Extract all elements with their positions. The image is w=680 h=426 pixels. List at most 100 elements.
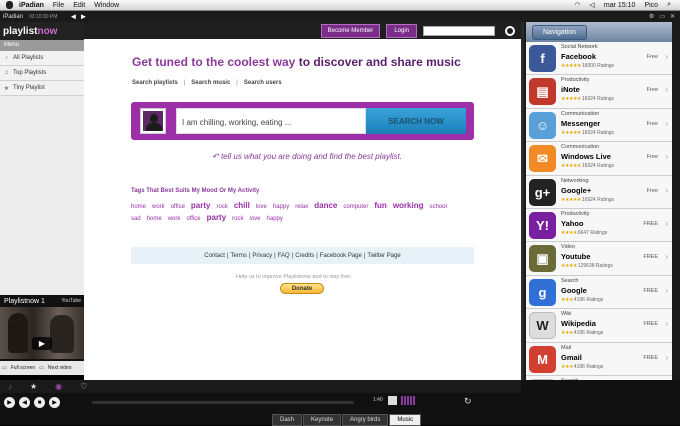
tag-link[interactable]: party <box>207 213 227 222</box>
tag-link[interactable]: sad <box>131 216 141 222</box>
become-member-button[interactable]: Become Member <box>320 23 381 38</box>
search-hint: ↶ tell us what you are doing and find th… <box>212 152 402 161</box>
play-icon[interactable]: ▶ <box>4 397 15 408</box>
app-rating: ★★★★★ 16924 Ratings <box>561 196 615 203</box>
tag-link[interactable]: home <box>131 204 146 210</box>
donate-button[interactable]: Donate <box>280 283 324 294</box>
tab-keynote[interactable]: Keynote <box>303 414 342 426</box>
tag-link[interactable]: love <box>256 204 267 210</box>
video-thumbnail[interactable]: ▶ <box>0 307 84 359</box>
wifi-icon[interactable]: ◠ <box>574 1 580 9</box>
menu-user[interactable]: Pico <box>644 2 658 9</box>
improve-text: Help us to improve Playlistnow and to st… <box>236 274 352 280</box>
square-button[interactable] <box>388 396 397 405</box>
star-icon: ★ <box>3 85 10 92</box>
footer-link[interactable]: Facebook Page <box>320 253 362 259</box>
tag-link[interactable]: fun <box>374 201 386 210</box>
app-list-item[interactable]: g Search Google ★★★ 4196 Ratings FREE › <box>526 275 672 310</box>
equalizer-icon[interactable] <box>401 396 415 405</box>
app-list-item[interactable]: f Social Network Facebook ★★★★★ 16000 Ratin… <box>526 42 672 76</box>
footer-link[interactable]: Credits <box>295 253 314 259</box>
app-rating: ★★★★★ 16000 Ratings <box>561 63 615 69</box>
menu-file[interactable]: File <box>53 2 64 9</box>
stop-icon[interactable]: ■ <box>34 397 45 408</box>
volume-icon[interactable]: ◁ <box>590 1 595 9</box>
apple-icon[interactable] <box>6 1 13 9</box>
sidebar-item-all-playlists[interactable]: ♪ All Playlists <box>0 51 84 66</box>
tab-dash[interactable]: Dash <box>272 414 303 426</box>
app-list-item[interactable]: ✉ Communication Windows Live ★★★★★ 16924 Ra… <box>526 142 672 176</box>
next-icon[interactable]: ▭ <box>39 365 44 371</box>
app-list-item[interactable]: g+ Networking Google+ ★★★★★ 16924 Ratings Fr… <box>526 175 672 209</box>
tag-link[interactable]: chill <box>234 201 250 210</box>
music-note-icon[interactable]: ♪ <box>8 382 12 391</box>
tag-link[interactable]: home <box>147 216 162 222</box>
next-icon[interactable]: ▶ <box>49 397 60 408</box>
tag-link[interactable]: happy <box>267 216 283 222</box>
tag-link[interactable]: party <box>191 201 211 210</box>
tag-link[interactable]: school <box>429 204 446 210</box>
fullscreen-button[interactable]: Full screen <box>11 365 35 371</box>
app-title: iPadian <box>3 13 24 20</box>
tag-link[interactable]: happy <box>273 204 289 210</box>
footer-link[interactable]: Privacy <box>252 253 272 259</box>
play-icon[interactable]: ▶ <box>32 337 52 350</box>
login-button[interactable]: Login <box>386 23 417 38</box>
app-category: Video <box>561 244 575 251</box>
tag-link[interactable]: computer <box>343 204 368 210</box>
tab-angry-birds[interactable]: Angry birds <box>342 414 389 426</box>
app-list-item[interactable]: Y! Productivity Yahoo ★★★★ 6647 Ratings FREE… <box>526 208 672 243</box>
link-search-music[interactable]: Search music <box>191 80 230 86</box>
spotlight-icon[interactable]: ⌕ <box>667 1 671 9</box>
app-list-item[interactable]: ▤ Productivity iNote ★★★★★ 16924 Ratings Fre… <box>526 75 672 109</box>
navigation-button[interactable]: Navigation <box>532 24 588 40</box>
app-list-item[interactable]: M Mail Gmail ★★★ 4196 Ratings FREE › <box>526 342 672 376</box>
tag-link[interactable]: love <box>250 216 261 222</box>
app-list-item[interactable]: ☺ Communication Messenger ★★★★★ 16924 Ratin… <box>526 108 672 143</box>
header-search-input[interactable] <box>423 25 495 36</box>
tab-music[interactable]: Music <box>389 414 422 426</box>
menu-edit[interactable]: Edit <box>73 2 85 9</box>
radio-icon[interactable]: ◉ <box>55 382 62 391</box>
tag-link[interactable]: work <box>152 204 165 210</box>
close-icon[interactable]: ✕ <box>670 13 675 20</box>
next-video-button[interactable]: Next video <box>48 365 72 371</box>
sidebar-item-top-playlists[interactable]: ♫ Top Playlists <box>0 66 84 81</box>
footer-link[interactable]: Terms <box>231 253 247 259</box>
tag-link[interactable]: rock <box>216 204 227 210</box>
settings-icon[interactable]: ⚙ <box>649 13 654 20</box>
tag-link[interactable]: work <box>168 216 181 222</box>
fullscreen-icon[interactable]: ▭ <box>2 365 7 371</box>
menu-app-name[interactable]: iPadian <box>19 2 44 9</box>
tag-link[interactable]: office <box>171 204 185 210</box>
footer-link[interactable]: Contact <box>204 253 225 259</box>
progress-track[interactable] <box>92 401 354 404</box>
app-list-item[interactable]: ▣ Video Youtube ★★★★ 129638 Ratings FREE › <box>526 242 672 276</box>
divider: | <box>316 252 318 259</box>
app-name: Messenger <box>561 118 601 128</box>
app-list-item[interactable]: W Wiki Wikipedia ★★★ 4196 Ratings FREE › <box>526 309 672 343</box>
tag-link[interactable]: working <box>393 201 424 210</box>
menu-window[interactable]: Window <box>94 2 119 9</box>
nav-arrows[interactable]: ◄ ► <box>69 12 87 21</box>
search-icon[interactable] <box>505 25 515 36</box>
reload-icon[interactable]: ↻ <box>464 396 472 407</box>
link-search-playlists[interactable]: Search playlists <box>132 80 178 86</box>
footer-link[interactable]: FAQ <box>278 253 290 259</box>
app-category: Productivity <box>561 210 590 217</box>
tag-link[interactable]: rock <box>232 216 243 222</box>
tag-link[interactable]: relax <box>295 204 308 210</box>
heart-icon[interactable]: ♡ <box>80 382 87 391</box>
status-input[interactable]: I am chilling, working, eating ... <box>176 108 366 134</box>
sidebar-item-label: Top Playlists <box>13 70 47 76</box>
tag-link[interactable]: dance <box>314 201 337 210</box>
menu-clock[interactable]: mar 15:10 <box>604 2 636 9</box>
previous-icon[interactable]: ◀ <box>19 397 30 408</box>
playlistnow-logo[interactable]: playlist now <box>0 22 84 40</box>
tag-link[interactable]: office <box>186 216 200 222</box>
footer-link[interactable]: Twitter Page <box>367 253 400 259</box>
star-icon[interactable]: ★ <box>30 382 37 391</box>
link-search-users[interactable]: Search users <box>244 80 282 86</box>
sidebar-item-tiny-playlist[interactable]: ★ Tiny Playlist <box>0 81 84 96</box>
search-now-button[interactable]: SEARCH NOW <box>366 108 466 134</box>
